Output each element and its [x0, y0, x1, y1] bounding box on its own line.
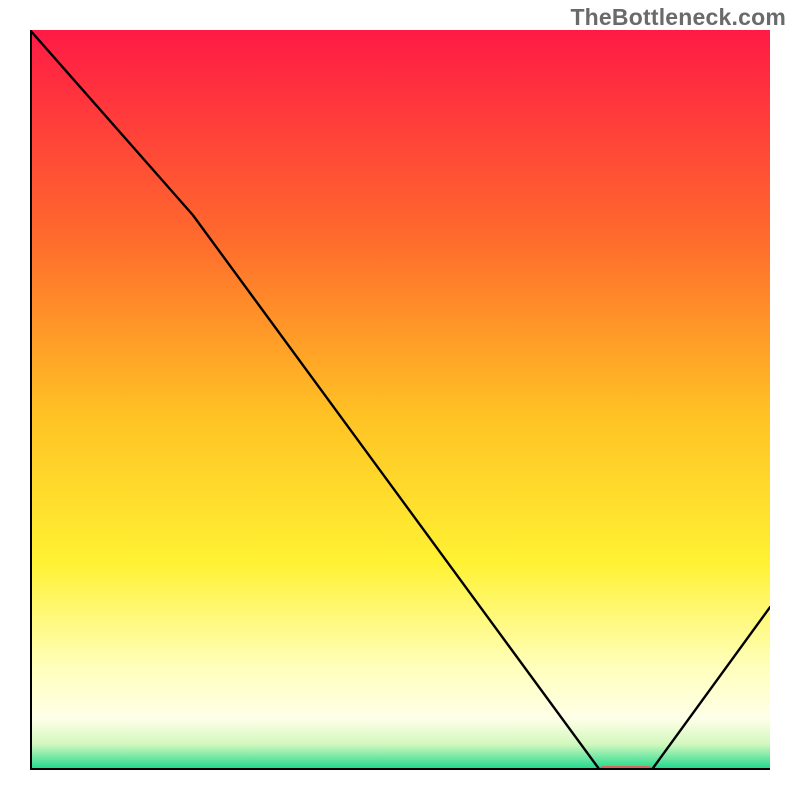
y-axis: [30, 30, 32, 770]
bottleneck-curve: [30, 30, 770, 770]
chart-canvas: TheBottleneck.com: [0, 0, 800, 800]
x-axis: [30, 768, 770, 770]
line-layer: [30, 30, 770, 770]
watermark-text: TheBottleneck.com: [570, 4, 786, 31]
plot-area: [30, 30, 770, 770]
